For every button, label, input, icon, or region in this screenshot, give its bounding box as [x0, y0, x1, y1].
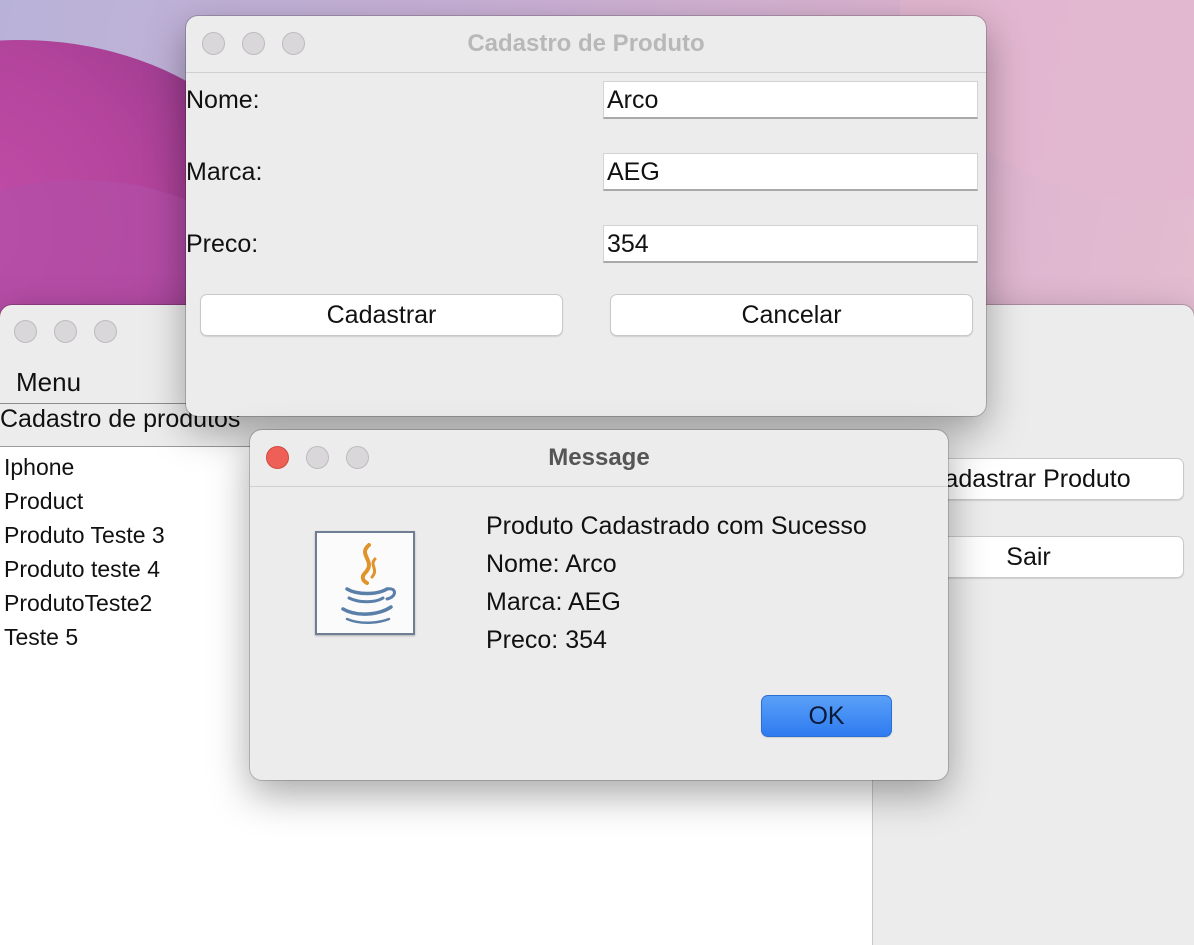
list-item[interactable]: Iphone — [4, 454, 74, 481]
nome-label: Nome: — [186, 86, 260, 114]
dialog-title: Message — [548, 444, 650, 471]
list-item[interactable]: Produto Teste 3 — [4, 522, 165, 549]
ok-button[interactable]: OK — [761, 695, 892, 737]
minimize-button[interactable] — [54, 320, 77, 343]
close-button[interactable] — [14, 320, 37, 343]
dialog-titlebar[interactable]: Message — [250, 430, 948, 487]
cancelar-button[interactable]: Cancelar — [610, 294, 973, 336]
menu-item-menu[interactable]: Menu — [16, 367, 81, 398]
list-item[interactable]: Product — [4, 488, 83, 515]
marca-label: Marca: — [186, 158, 263, 186]
list-item[interactable]: Produto teste 4 — [4, 556, 160, 583]
cadastrar-button[interactable]: Cadastrar — [200, 294, 563, 336]
list-item[interactable]: Teste 5 — [4, 624, 78, 651]
nome-field[interactable]: Arco — [603, 81, 978, 119]
zoom-button[interactable] — [94, 320, 117, 343]
message-line: Nome: Arco — [486, 550, 617, 578]
cadastro-produto-window: Cadastro de Produto Nome: Arco Marca: AE… — [186, 16, 986, 416]
window-title: Cadastro de Produto — [467, 30, 705, 57]
form-window-titlebar[interactable]: Cadastro de Produto — [186, 16, 986, 73]
preco-field[interactable]: 354 — [603, 225, 978, 263]
message-line: Preco: 354 — [486, 626, 607, 654]
message-line: Produto Cadastrado com Sucesso — [486, 512, 867, 540]
preco-label: Preco: — [186, 230, 259, 258]
java-icon — [315, 531, 415, 635]
message-line: Marca: AEG — [486, 588, 621, 616]
message-dialog: Message Produto Cadastrado com Sucesso N… — [250, 430, 948, 780]
marca-field[interactable]: AEG — [603, 153, 978, 191]
list-item[interactable]: ProdutoTeste2 — [4, 590, 152, 617]
